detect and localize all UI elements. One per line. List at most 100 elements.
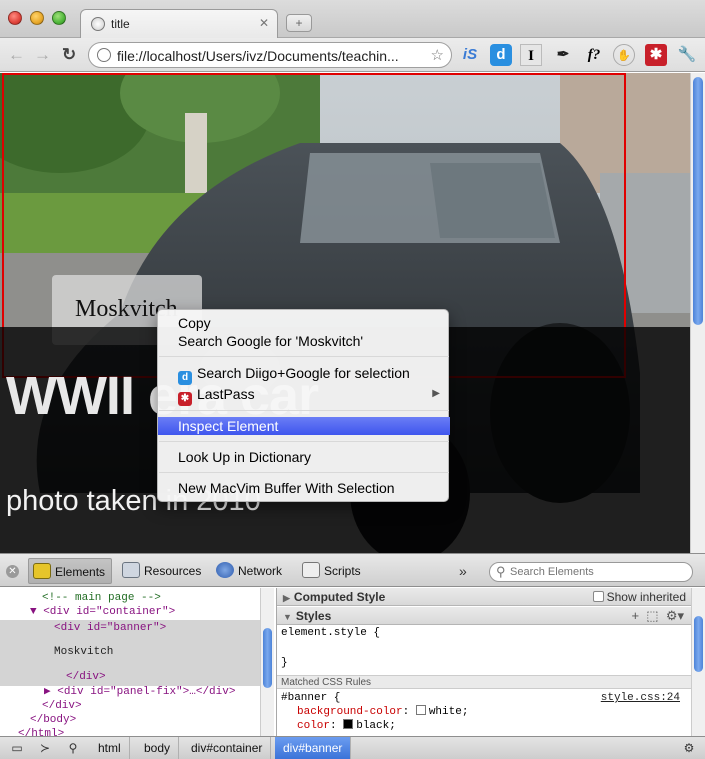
element-style-open[interactable]: element.style { <box>281 626 380 640</box>
expand-triangle-icon[interactable]: ▼ <box>30 606 43 618</box>
dom-node[interactable]: Moskvitch <box>0 645 260 659</box>
dom-scrollbar[interactable] <box>260 588 274 736</box>
menu-item-search-google[interactable]: Search Google for 'Moskvitch' <box>158 332 450 350</box>
css-property[interactable]: background-color: white; <box>281 705 468 719</box>
tab-label: Elements <box>55 565 106 579</box>
dom-node[interactable]: </body> <box>0 713 260 727</box>
title-bar: title ✕ + <box>0 0 705 38</box>
dock-icon[interactable]: ▭ <box>8 740 26 756</box>
dom-node[interactable]: <div id="banner"> <box>0 621 260 635</box>
breadcrumb-container[interactable]: div#container <box>183 737 272 759</box>
close-tab-icon[interactable]: ✕ <box>259 16 269 30</box>
page-scrollbar[interactable] <box>690 73 705 553</box>
color-swatch[interactable] <box>415 705 426 715</box>
bookmark-star-icon[interactable]: ☆ <box>431 46 444 64</box>
gear-icon[interactable]: ⚙▾ <box>666 608 684 623</box>
settings-gear-icon[interactable]: ⚙ <box>680 740 698 756</box>
tab-elements[interactable]: Elements <box>28 558 112 584</box>
back-button[interactable]: ← <box>8 45 25 65</box>
devtools-toolbar: ✕ Elements Resources Network Scripts » ⚲ <box>0 553 705 587</box>
close-window-button[interactable] <box>8 11 22 25</box>
page-scroll-thumb[interactable] <box>693 77 703 325</box>
property-name: background-color <box>297 706 403 718</box>
text-node: Moskvitch <box>54 646 114 658</box>
minimize-window-button[interactable] <box>30 11 44 25</box>
styles-scrollbar[interactable] <box>691 588 705 736</box>
tab-resources[interactable]: Resources <box>118 558 210 584</box>
rule-source-link[interactable]: style.css:24 <box>601 691 680 705</box>
fquestion-extension-icon[interactable]: f? <box>583 44 605 66</box>
console-icon[interactable]: ≻ <box>36 740 54 756</box>
breadcrumb-body[interactable]: body <box>136 737 180 759</box>
styles-scroll-thumb[interactable] <box>694 616 703 672</box>
tag-text: </body> <box>30 714 77 726</box>
element-state-icon[interactable]: ⬚ <box>646 608 658 623</box>
menu-item-lastpass[interactable]: ✱ LastPass ▶ <box>158 385 450 406</box>
menu-item-search-diigo[interactable]: d Search Diigo+Google for selection <box>158 364 450 385</box>
search-elements-field[interactable]: ⚲ <box>489 562 693 582</box>
menu-item-label: Look Up in Dictionary <box>178 449 312 465</box>
menu-separator <box>159 472 449 473</box>
search-elements-input[interactable] <box>510 565 686 579</box>
collapsed-triangle-icon[interactable]: ▶ <box>44 686 57 698</box>
styles-header[interactable]: ▼ Styles + ⬚ ⚙▾ <box>277 607 692 625</box>
rule-selector[interactable]: #banner {style.css:24 <box>281 691 686 705</box>
breadcrumb-html[interactable]: html <box>90 737 130 759</box>
lastpass-extension-icon[interactable]: ✱ <box>645 44 667 66</box>
dom-node[interactable]: ▼ <div id="container"> <box>0 605 260 619</box>
show-inherited-toggle[interactable]: Show inherited <box>592 588 686 606</box>
diigo-extension-icon[interactable]: d <box>490 44 512 66</box>
dom-scroll-thumb[interactable] <box>263 628 272 688</box>
menu-item-macvim[interactable]: New MacVim Buffer With Selection <box>158 479 450 497</box>
menu-item-look-up[interactable]: Look Up in Dictionary <box>158 448 450 466</box>
collapsed-triangle-icon: ▶ <box>283 593 290 603</box>
dom-node[interactable]: </div> <box>0 670 260 684</box>
color-swatch[interactable] <box>343 719 354 729</box>
wrench-icon[interactable]: 🔧 <box>676 44 698 66</box>
diigo-icon: d <box>178 371 192 385</box>
devtools-statusbar: ▭ ≻ ⚲ html body div#container div#banner… <box>0 736 705 759</box>
is-extension-icon[interactable]: iS <box>459 44 481 66</box>
styles-tools: + ⬚ ⚙▾ <box>631 607 684 625</box>
tab-label: Network <box>238 564 283 578</box>
forward-button[interactable]: → <box>34 45 51 65</box>
tab-title: title <box>111 17 130 31</box>
breadcrumb-banner[interactable]: div#banner <box>275 737 352 759</box>
css-property[interactable]: color: black; <box>281 719 396 733</box>
hand-extension-icon[interactable]: ✋ <box>613 44 635 66</box>
browser-tab[interactable]: title ✕ <box>80 9 278 38</box>
url-text[interactable]: file://localhost/Users/ivz/Documents/tea… <box>117 48 417 64</box>
menu-item-label: New MacVim Buffer With Selection <box>178 480 395 496</box>
dom-node[interactable]: </html> <box>0 727 260 736</box>
menu-item-label: Copy <box>178 315 211 331</box>
computed-style-header[interactable]: ▶ Computed Style Show inherited <box>277 588 692 606</box>
network-icon <box>216 562 234 578</box>
reload-button[interactable]: ↻ <box>62 45 76 65</box>
i-extension-icon[interactable]: I <box>520 44 542 66</box>
menu-item-inspect-element[interactable]: Inspect Element <box>158 417 450 435</box>
tag-text: <div id="panel-fix">…</div> <box>57 686 236 698</box>
menu-item-label: Search Diigo+Google for selection <box>197 365 410 381</box>
dom-node[interactable]: ▶ <div id="panel-fix">…</div> <box>0 685 260 699</box>
show-inherited-checkbox[interactable] <box>592 591 604 602</box>
matched-rules-header: Matched CSS Rules <box>277 675 692 689</box>
menu-item-copy[interactable]: Copy <box>158 314 450 332</box>
tab-network[interactable]: Network <box>212 558 292 584</box>
more-tabs-button[interactable]: » <box>459 563 467 579</box>
tab-scripts[interactable]: Scripts <box>298 558 366 584</box>
menu-item-label: LastPass <box>197 386 255 402</box>
dom-node[interactable]: <!-- main page --> <box>0 591 260 605</box>
dom-node[interactable]: </div> <box>0 699 260 713</box>
pin-extension-icon[interactable]: ✒ <box>552 44 574 66</box>
zoom-window-button[interactable] <box>52 11 66 25</box>
devtools-close-icon[interactable]: ✕ <box>6 565 19 578</box>
property-name: color <box>297 720 331 732</box>
expand-triangle-icon: ▼ <box>283 612 292 622</box>
tag-text: <div id="banner"> <box>54 622 167 634</box>
show-inherited-label: Show inherited <box>606 590 686 604</box>
address-bar[interactable]: file://localhost/Users/ivz/Documents/tea… <box>88 42 452 68</box>
new-tab-button[interactable]: + <box>286 14 312 32</box>
inspect-search-icon[interactable]: ⚲ <box>64 740 82 756</box>
add-rule-icon[interactable]: + <box>631 608 639 623</box>
element-style-close: } <box>281 657 288 669</box>
